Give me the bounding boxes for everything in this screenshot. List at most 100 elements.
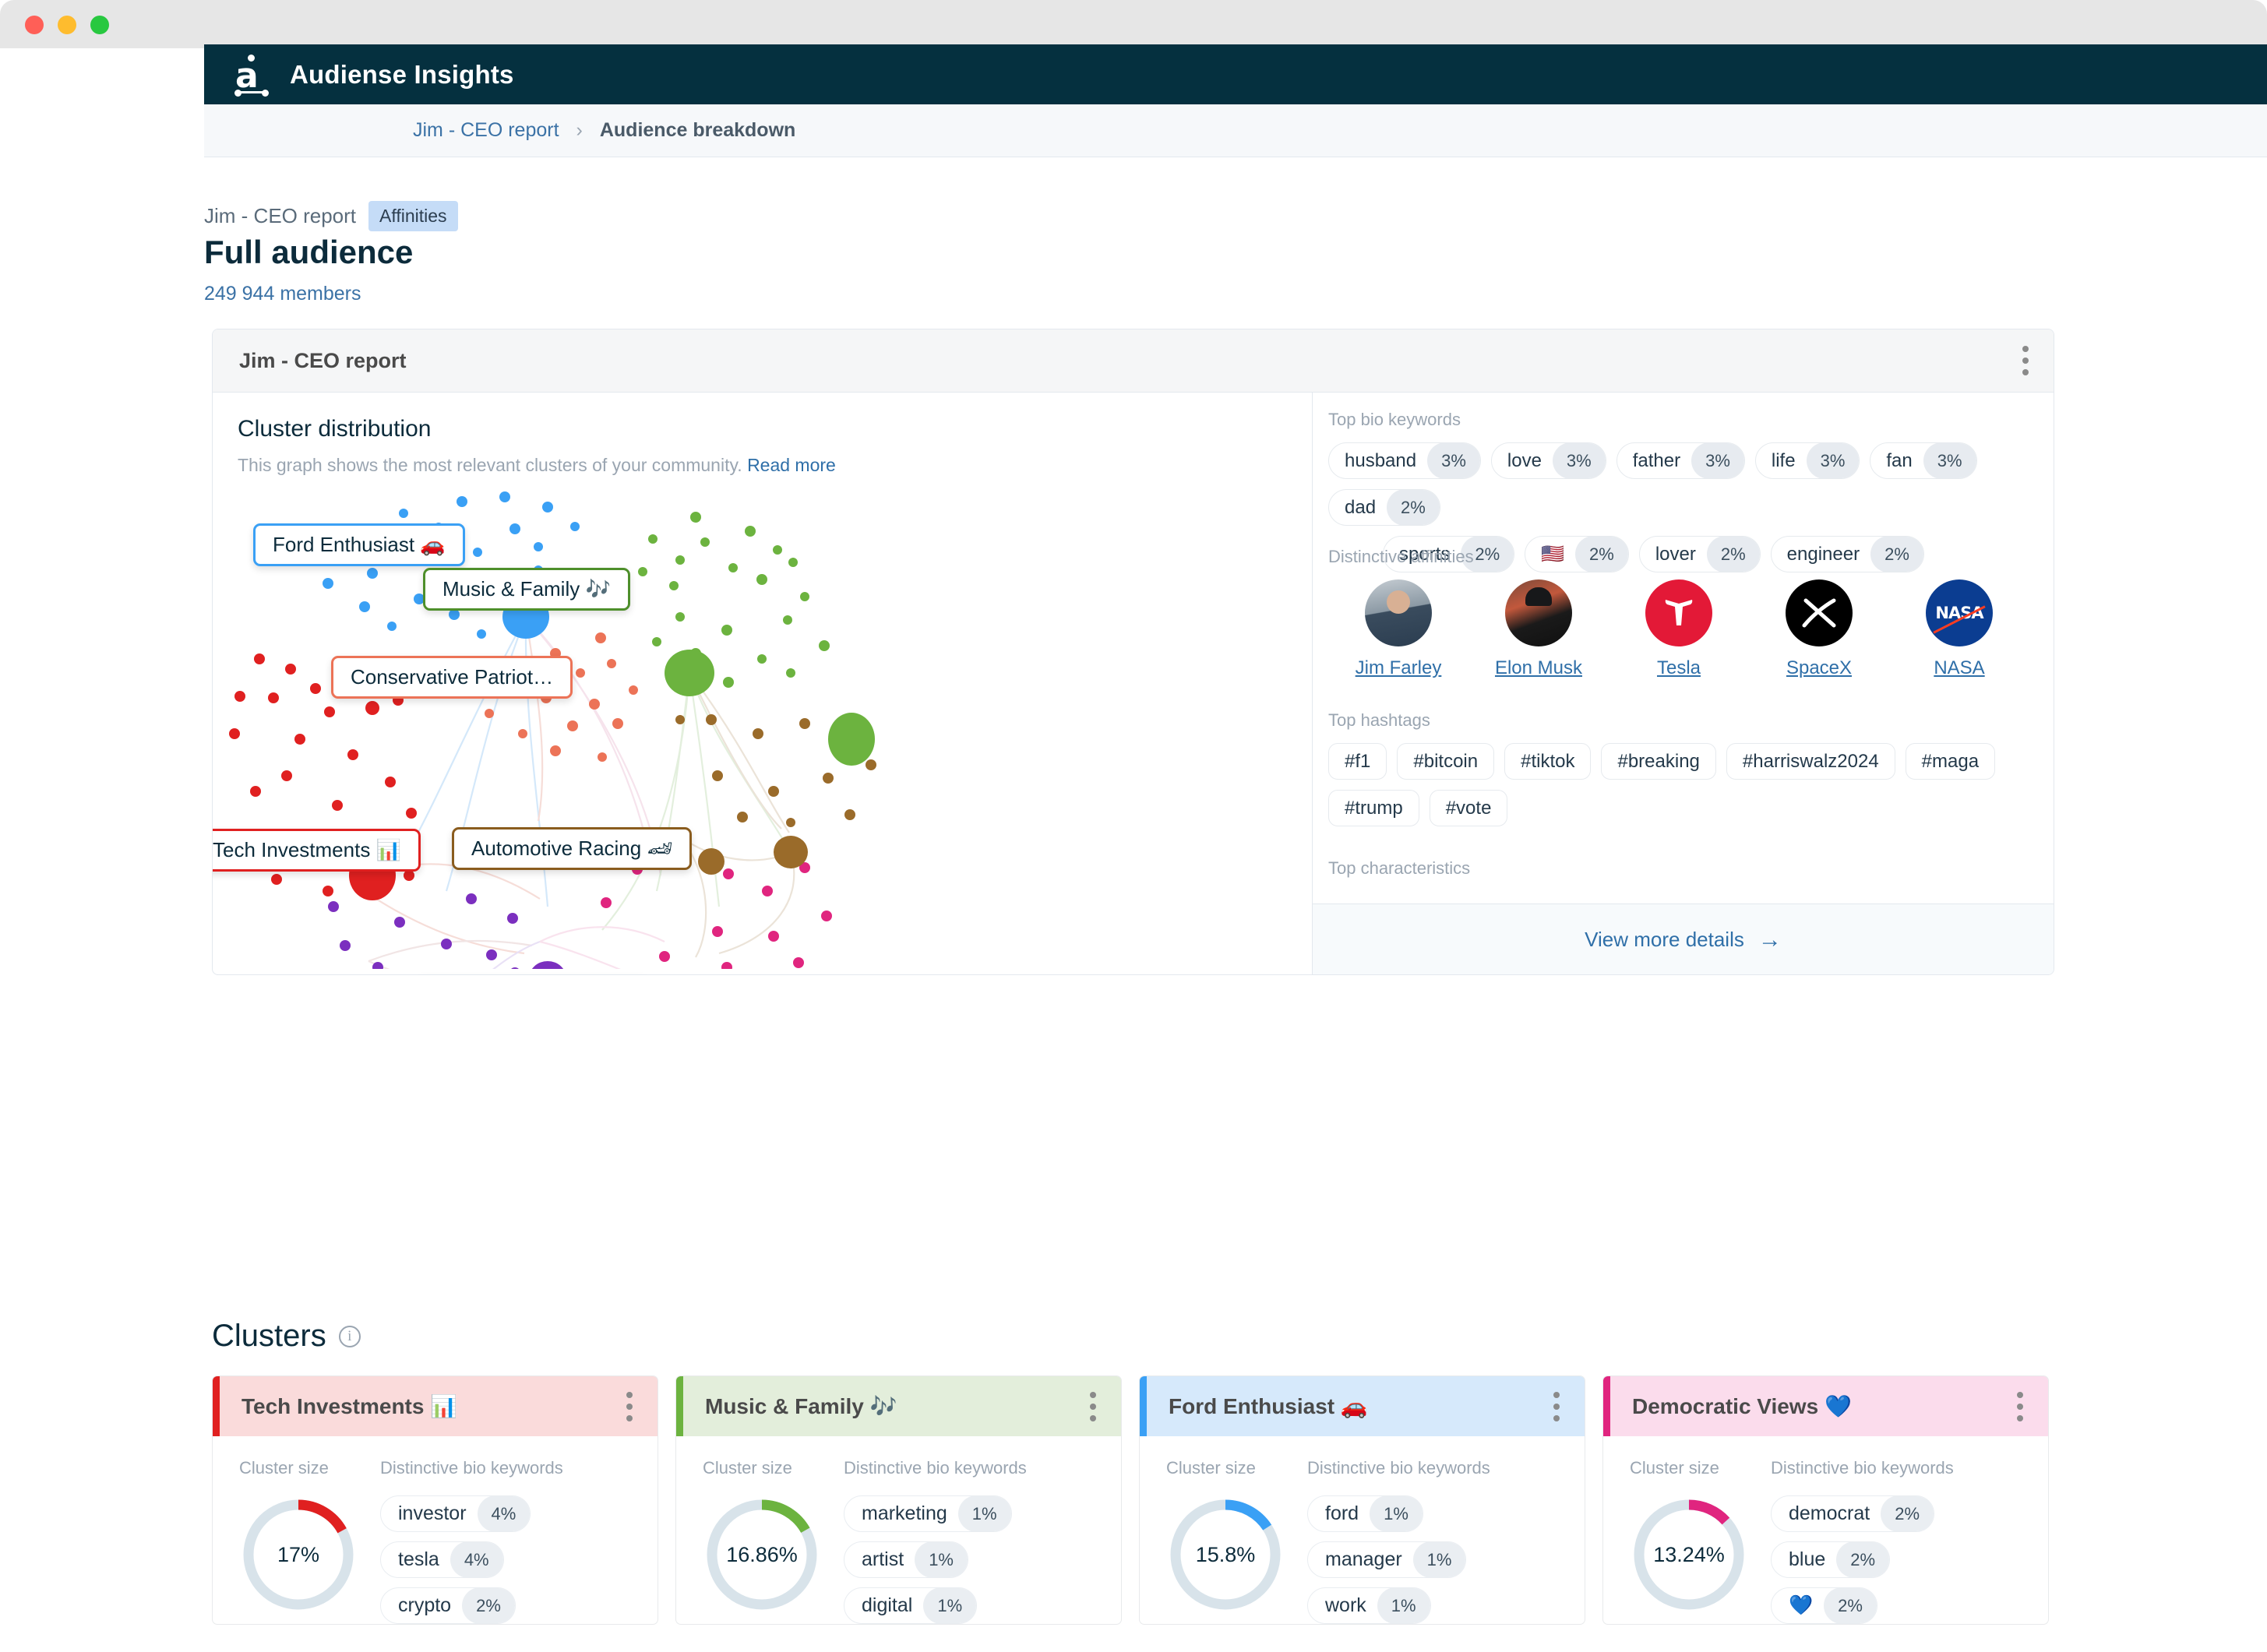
cluster-keyword-chip[interactable]: work 1% [1307,1587,1431,1624]
cluster-keyword-chip[interactable]: marketing 1% [844,1495,1012,1532]
hashtag-chip[interactable]: #breaking [1601,743,1716,780]
window-controls[interactable] [25,16,109,34]
affinity-name[interactable]: Jim Farley [1328,657,1468,679]
hashtag-chip[interactable]: #bitcoin [1397,743,1495,780]
graph-label-automotive-racing[interactable]: Automotive Racing 🏎 [452,827,693,870]
bio-keyword-term: fan [1886,449,1913,471]
cluster-keyword-chip[interactable]: digital 1% [844,1587,978,1624]
hashtags-label: Top hashtags [1328,710,1430,730]
clusters-heading: Clusters i [212,1319,361,1354]
cluster-keyword-chip[interactable]: 💙 2% [1771,1587,1877,1624]
cluster-keyword-pct: 2% [462,1588,515,1623]
spacex-logo-icon [1786,579,1853,646]
cluster-keyword-pct: 1% [957,1496,1011,1531]
cluster-keyword-chip[interactable]: manager 1% [1307,1541,1467,1578]
kebab-menu-icon[interactable] [1553,1391,1560,1421]
cluster-keyword-chip[interactable]: investor 4% [380,1495,531,1532]
cluster-node-sports-coaching [529,961,566,974]
cluster-network-graph[interactable]: Ford Enthusiast 🚗 Music & Family 🎶 Conse… [213,486,1313,974]
cluster-card-music-family[interactable]: Music & Family 🎶 Cluster size 16.86% Dis… [675,1375,1122,1625]
heart-blue-icon: 💙 [1789,1594,1814,1616]
info-icon[interactable]: i [338,1325,361,1347]
cluster-card-ford-enthusiast[interactable]: Ford Enthusiast 🚗 Cluster size 15.8% Dis… [1139,1375,1585,1625]
cluster-keyword-chip[interactable]: tesla 4% [380,1541,504,1578]
graph-label-automotive-racing-text: Automotive Racing 🏎 [452,827,693,870]
bio-keyword-chip[interactable]: fan 3% [1870,442,1977,479]
cluster-keyword-term: digital [862,1594,913,1616]
bio-keyword-pct: 3% [1923,443,1976,478]
cluster-size-donut: 17% [239,1495,358,1614]
cluster-card-title: Democratic Views 💙 [1632,1394,1852,1418]
view-more-details-label: View more details [1585,928,1744,951]
clusters-grid: Tech Investments 📊 Cluster size 17% Dist… [212,1375,2049,1625]
affinity-item[interactable]: Elon Musk [1468,579,1609,679]
bio-keyword-chip[interactable]: father 3% [1616,442,1745,479]
graph-label-ford-enthusiast[interactable]: Ford Enthusiast 🚗 [253,523,465,566]
affinity-item[interactable]: SpaceX [1749,579,1889,679]
cluster-node-music-family-2 [828,713,875,766]
breadcrumb: Jim - CEO report › Audience breakdown [204,104,2267,157]
graph-cluster-nodes[interactable] [345,595,875,974]
cluster-keyword-chip[interactable]: crypto 2% [380,1587,516,1624]
cluster-keyword-chip[interactable]: ford 1% [1307,1495,1423,1532]
cluster-card-democratic-views[interactable]: Democratic Views 💙 Cluster size 13.24% D… [1602,1375,2049,1625]
affinity-name[interactable]: Tesla [1609,657,1749,679]
cluster-keyword-chip[interactable]: blue 2% [1771,1541,1891,1578]
close-window-button[interactable] [25,16,44,34]
bio-keyword-pct: 3% [1806,443,1860,478]
affinity-item[interactable]: NASA NASA [1889,579,2029,679]
cluster-keyword-term: democrat [1789,1502,1870,1524]
breadcrumb-root-link[interactable]: Jim - CEO report [413,119,559,142]
cluster-size-value: 16.86% [726,1542,798,1566]
hashtag-chip[interactable]: #harriswalz2024 [1726,743,1895,780]
arrow-right-icon: → [1758,926,1782,953]
minimize-window-button[interactable] [58,16,76,34]
cluster-size-label: Cluster size [1630,1458,1719,1478]
affinity-item[interactable]: Tesla [1609,579,1749,679]
clusters-title: Clusters [212,1319,326,1353]
cluster-keyword-chip[interactable]: artist 1% [844,1541,968,1578]
hashtag-chip[interactable]: #f1 [1328,743,1387,780]
affinity-name[interactable]: SpaceX [1749,657,1889,679]
zoom-window-button[interactable] [90,16,109,34]
hashtag-chip[interactable]: #tiktok [1504,743,1592,780]
view-more-details-button[interactable]: View more details → [1313,903,2054,974]
hashtag-chip[interactable]: #vote [1429,790,1508,826]
bio-keyword-term: husband [1345,449,1417,471]
bio-keyword-chip[interactable]: dad 2% [1328,489,1440,526]
kebab-menu-icon[interactable] [2022,346,2029,375]
cluster-size-label: Cluster size [703,1458,792,1478]
affinity-name[interactable]: NASA [1889,657,2029,679]
nasa-logo-icon: NASA [1926,579,1993,646]
cluster-keyword-term: marketing [862,1502,947,1524]
graph-label-conservative-patriot[interactable]: Conservative Patriot… [331,656,573,699]
kebab-menu-icon[interactable] [2017,1391,2023,1421]
graph-label-tech-investments-text: Tech Investments 📊 [213,829,421,872]
affinity-name[interactable]: Elon Musk [1468,657,1609,679]
page-title: Full audience [204,234,414,270]
cluster-keyword-chip[interactable]: democrat 2% [1771,1495,1935,1532]
hashtag-chip[interactable]: #trump [1328,790,1419,826]
cluster-card-tech-investments[interactable]: Tech Investments 📊 Cluster size 17% Dist… [212,1375,658,1625]
graph-label-music-family[interactable]: Music & Family 🎶 [423,568,630,611]
cluster-keyword-term: artist [862,1548,904,1570]
report-subheader: Jim - CEO report Affinities [204,201,458,231]
hashtag-chip[interactable]: #maga [1905,743,1996,780]
cluster-size-donut: 16.86% [703,1495,821,1614]
cluster-keyword-pct: 1% [1377,1588,1430,1623]
cluster-size-label: Cluster size [239,1458,329,1478]
bio-keyword-pct: 3% [1552,443,1606,478]
keywords-label: Distinctive bio keywords [1307,1458,1490,1478]
graph-label-tech-investments[interactable]: Tech Investments 📊 [213,829,421,872]
read-more-link[interactable]: Read more [747,455,836,475]
bio-keyword-chip[interactable]: life 3% [1754,442,1860,479]
bio-keyword-chip[interactable]: love 3% [1490,442,1606,479]
graph-label-ford-enthusiast-text: Ford Enthusiast 🚗 [253,523,465,566]
cluster-keyword-pct: 1% [915,1542,968,1577]
bio-keyword-chip[interactable]: husband 3% [1328,442,1481,479]
app-header: a Audiense Insights [204,44,2267,104]
kebab-menu-icon[interactable] [626,1391,633,1421]
kebab-menu-icon[interactable] [1090,1391,1096,1421]
affinity-item[interactable]: Jim Farley [1328,579,1468,679]
cluster-keyword-pct: 1% [1412,1542,1466,1577]
